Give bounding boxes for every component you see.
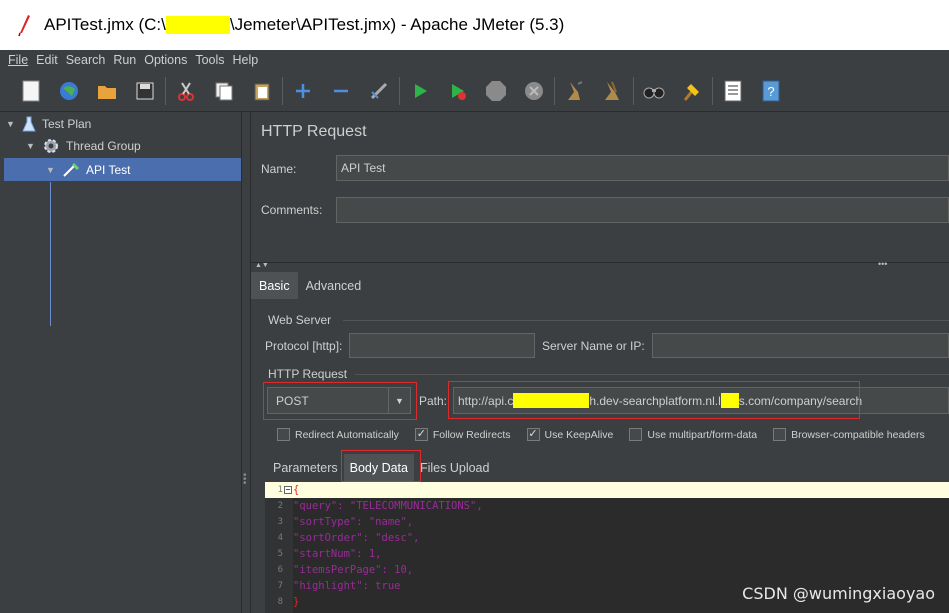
shutdown-icon[interactable] bbox=[515, 75, 553, 107]
open-icon[interactable] bbox=[88, 75, 126, 107]
sampler-pipette-icon bbox=[63, 162, 80, 177]
web-server-group-label: Web Server bbox=[268, 313, 332, 327]
collapse-triangle-icon[interactable]: ▼ bbox=[6, 119, 16, 129]
help-icon[interactable]: ? bbox=[752, 75, 790, 107]
start-icon[interactable] bbox=[401, 75, 439, 107]
csdn-watermark: CSDN @wumingxiaoyao bbox=[742, 584, 935, 603]
menu-tools[interactable]: Tools bbox=[195, 53, 224, 67]
collapse-arrows-icon[interactable]: ▲▼ bbox=[255, 262, 269, 269]
cut-icon[interactable] bbox=[167, 75, 205, 107]
redirect-automatically-checkbox[interactable]: Redirect Automatically bbox=[277, 428, 399, 441]
reset-search-icon[interactable] bbox=[673, 75, 711, 107]
http-request-group-label: HTTP Request bbox=[268, 367, 348, 381]
tree-item-label: Test Plan bbox=[42, 116, 92, 131]
menu-search[interactable]: Search bbox=[66, 53, 106, 67]
toggle-icon[interactable] bbox=[360, 75, 398, 107]
tree-item-label: API Test bbox=[86, 162, 131, 177]
window-titlebar: APITest.jmx (C:\ \Jemeter\APITest.jmx) - … bbox=[0, 0, 949, 50]
editor-line: 1−{ bbox=[265, 482, 949, 498]
editor-line: 6 "itemsPerPage": 10, bbox=[277, 564, 414, 576]
collapse-triangle-icon[interactable]: ▼ bbox=[26, 141, 36, 151]
redaction-mark bbox=[165, 16, 230, 34]
server-field[interactable] bbox=[652, 333, 949, 358]
toolbar-separator bbox=[633, 76, 634, 105]
svg-text:?: ? bbox=[767, 84, 774, 99]
toolbar-separator bbox=[165, 76, 166, 105]
http-request-panel: HTTP Request Name: API Test Comments: ▲▼… bbox=[251, 112, 949, 613]
menu-options[interactable]: Options bbox=[144, 53, 187, 67]
paste-icon[interactable] bbox=[243, 75, 281, 107]
tree-item-test-plan[interactable]: ▼ Test Plan bbox=[6, 112, 91, 135]
path-label: Path: bbox=[419, 394, 448, 408]
new-icon[interactable] bbox=[12, 75, 50, 107]
editor-line: 2 "query": "TELECOMMUNICATIONS", bbox=[277, 500, 483, 512]
tab-files-upload[interactable]: Files Upload bbox=[414, 454, 495, 482]
expand-icon[interactable] bbox=[284, 75, 322, 107]
drag-dots-icon[interactable]: ••• bbox=[878, 259, 887, 269]
follow-redirects-checkbox[interactable]: ✓ Follow Redirects bbox=[414, 428, 511, 441]
annotation-box-method bbox=[263, 382, 417, 420]
protocol-field[interactable] bbox=[349, 333, 535, 358]
group-border bbox=[355, 374, 949, 375]
toolbar: ? bbox=[0, 70, 949, 112]
start-no-pause-icon[interactable] bbox=[439, 75, 477, 107]
use-multipart-checkbox[interactable]: Use multipart/form-data bbox=[629, 428, 757, 441]
menu-help[interactable]: Help bbox=[233, 53, 259, 67]
annotation-box-body-data bbox=[341, 450, 421, 482]
menu-bar: File Edit Search Run Options Tools Help bbox=[0, 50, 949, 70]
menu-edit[interactable]: Edit bbox=[36, 53, 58, 67]
search-icon[interactable] bbox=[635, 75, 673, 107]
tree-item-thread-group[interactable]: ▼ Thread Group bbox=[26, 134, 141, 157]
tree-guide-line bbox=[50, 182, 51, 326]
split-pane-divider[interactable]: • • • bbox=[242, 112, 251, 613]
name-field[interactable]: API Test bbox=[336, 155, 949, 181]
gear-icon bbox=[44, 138, 58, 153]
editor-line: 4 "sortOrder": "desc", bbox=[277, 532, 420, 544]
use-keepalive-checkbox[interactable]: ✓ Use KeepAlive bbox=[526, 428, 613, 441]
toolbar-separator bbox=[712, 76, 713, 105]
editor-line: 3 "sortType": "name", bbox=[277, 516, 414, 528]
collapse-icon[interactable] bbox=[322, 75, 360, 107]
section-divider[interactable]: ▲▼ ••• bbox=[251, 259, 949, 272]
name-label: Name: bbox=[261, 162, 297, 176]
group-border bbox=[343, 320, 949, 321]
stop-icon[interactable] bbox=[477, 75, 515, 107]
jmeter-feather-icon bbox=[18, 15, 30, 37]
comments-label: Comments: bbox=[261, 203, 323, 217]
tree-item-label: Thread Group bbox=[66, 138, 141, 153]
toolbar-separator bbox=[282, 76, 283, 105]
request-tabs: Basic Advanced bbox=[251, 272, 949, 299]
tab-parameters[interactable]: Parameters bbox=[267, 454, 344, 482]
browser-compatible-headers-checkbox[interactable]: Browser-compatible headers bbox=[773, 428, 925, 441]
collapse-triangle-icon[interactable]: ▼ bbox=[46, 165, 56, 175]
menu-file[interactable]: File bbox=[8, 53, 28, 67]
editor-line: 5 "startNum": 1, bbox=[277, 548, 382, 560]
test-plan-tree: ▼ Test Plan ▼ Thread Group ▼ API Test bbox=[0, 112, 242, 613]
flask-icon bbox=[22, 116, 36, 131]
fold-icon[interactable]: − bbox=[284, 486, 292, 494]
toolbar-separator bbox=[554, 76, 555, 105]
clear-icon[interactable] bbox=[556, 75, 594, 107]
save-icon[interactable] bbox=[126, 75, 164, 107]
server-label: Server Name or IP: bbox=[542, 339, 645, 353]
tab-advanced[interactable]: Advanced bbox=[298, 272, 370, 299]
drag-handle-icon[interactable]: • • • bbox=[243, 471, 247, 489]
tab-basic[interactable]: Basic bbox=[251, 272, 298, 299]
window-title: APITest.jmx (C:\ \Jemeter\APITest.jmx) - … bbox=[44, 15, 565, 34]
clear-all-icon[interactable] bbox=[594, 75, 632, 107]
annotation-box-path bbox=[448, 381, 860, 419]
protocol-label: Protocol [http]: bbox=[265, 339, 343, 353]
menu-run[interactable]: Run bbox=[113, 53, 136, 67]
function-helper-icon[interactable] bbox=[714, 75, 752, 107]
options-checkboxes: Redirect Automatically ✓ Follow Redirects… bbox=[277, 428, 941, 441]
copy-icon[interactable] bbox=[205, 75, 243, 107]
templates-icon[interactable] bbox=[50, 75, 88, 107]
comments-field[interactable] bbox=[336, 197, 949, 223]
panel-title: HTTP Request bbox=[261, 123, 367, 140]
toolbar-separator bbox=[399, 76, 400, 105]
tree-item-api-test[interactable]: ▼ API Test bbox=[4, 158, 241, 181]
